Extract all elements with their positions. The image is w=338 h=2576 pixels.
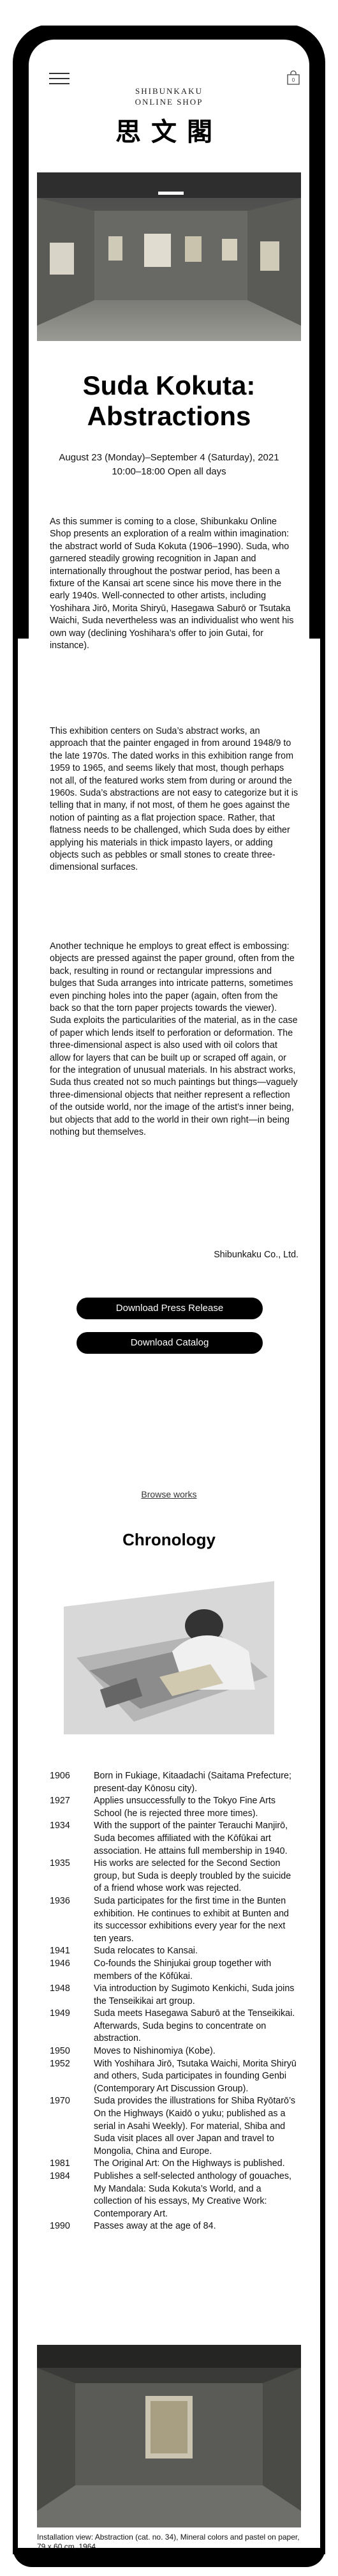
site-header: SHIBUNKAKU ONLINE SHOP 思文閣 0 [29, 45, 309, 147]
title-line-2: Abstractions [87, 401, 251, 431]
chronology-year: 1906 [50, 1771, 70, 1781]
chronology-event: Suda relocates to Kansai. [94, 1946, 198, 1957]
chronology-row: 1990 Passes away at the age of 84. [50, 2220, 298, 2233]
intro-paragraph-2: This exhibition centers on Suda’s abstra… [50, 726, 298, 873]
chronology-row: 1934 With the support of the painter Tera… [50, 1820, 298, 1858]
installation-caption: Installation view: Abstraction (cat. no.… [37, 2533, 300, 2551]
chronology-year: 1952 [50, 2058, 70, 2069]
chronology-event: Born in Fukiage, Kitaadachi (Saitama Pre… [94, 1771, 291, 1794]
chronology-row: 1950 Moves to Nishinomiya (Kobe). [50, 2045, 298, 2058]
chronology-year: 1984 [50, 2171, 70, 2181]
chronology-year: 1941 [50, 1946, 70, 1957]
hero-gallery-image [37, 172, 301, 341]
chronology-row: 1948 Via introduction by Sugimoto Kenkich… [50, 1983, 298, 2008]
chronology-year: 1946 [50, 1958, 70, 1969]
chronology-event: Via introduction by Sugimoto Kenkichi, S… [94, 1983, 295, 2006]
chronology-year: 1934 [50, 1821, 70, 1831]
chronology-event: His works are selected for the Second Se… [94, 1858, 291, 1894]
artist-photo [64, 1581, 274, 1734]
brand-line-2: ONLINE SHOP [135, 97, 203, 107]
chronology-year: 1927 [50, 1796, 70, 1807]
chronology-row: 1946 Co-founds the Shinjukai group togeth… [50, 1958, 298, 1983]
chronology-row: 1935 His works are selected for the Secon… [50, 1858, 298, 1895]
chronology-row: 1936 Suda participates for the first time… [50, 1895, 298, 1945]
intro-paragraph-1: As this summer is coming to a close, Shi… [50, 517, 294, 651]
chronology-event: The Original Art: On the Highways is pub… [94, 2158, 285, 2169]
brand-line-1: SHIBUNKAKU [135, 86, 203, 96]
chronology-row: 1984 Publishes a self-selected anthology … [50, 2171, 298, 2220]
chronology-event: Suda provides the illustrations for Shib… [94, 2096, 296, 2156]
chronology-year: 1981 [50, 2158, 70, 2169]
chronology-row: 1906 Born in Fukiage, Kitaadachi (Saitama… [50, 1770, 298, 1795]
chronology-event: Moves to Nishinomiya (Kobe). [94, 2046, 216, 2057]
chronology-event: Passes away at the age of 84. [94, 2221, 216, 2232]
chronology-event: Applies unsuccessfully to the Tokyo Fine… [94, 1796, 276, 1819]
hamburger-icon[interactable] [49, 73, 70, 84]
opening-hours: 10:00–18:00 Open all days [112, 466, 226, 477]
chronology-row: 1927 Applies unsuccessfully to the Tokyo … [50, 1795, 298, 1820]
download-press-release-button[interactable]: Download Press Release [77, 1298, 263, 1319]
title-line-1: Suda Kokuta: [82, 370, 256, 400]
chronology-row: 1941 Suda relocates to Kansai. [50, 1945, 298, 1958]
chronology-row: 1981 The Original Art: On the Highways is… [50, 2158, 298, 2171]
shopping-bag-icon[interactable]: 0 [286, 70, 300, 86]
chronology-event: With Yoshihara Jirō, Tsutaka Waichi, Mor… [94, 2058, 297, 2094]
chronology-row: 1952 With Yoshihara Jirō, Tsutaka Waichi,… [50, 2058, 298, 2096]
chronology-event: Publishes a self-selected anthology of g… [94, 2171, 291, 2219]
chronology-year: 1936 [50, 1895, 70, 1906]
frame-top-mask [13, 0, 325, 26]
frame-left-border [13, 639, 18, 2554]
brand-text[interactable]: SHIBUNKAKU ONLINE SHOP [29, 86, 309, 107]
browse-works-link[interactable]: Browse works [29, 1489, 309, 1499]
intro-paragraph-3: Another technique he employs to great ef… [50, 941, 298, 1138]
chronology-row: 1970 Suda provides the illustrations for … [50, 2095, 298, 2158]
chronology-year: 1948 [50, 1983, 70, 1994]
chronology-title: Chronology [122, 1530, 216, 1549]
bag-count: 0 [292, 77, 295, 83]
brand-logo[interactable]: 思文閣 [29, 111, 309, 148]
exhibition-title: Suda Kokuta: Abstractions [29, 370, 309, 432]
chronology-row: 1949 Suda meets Hasegawa Saburō at the Te… [50, 2008, 298, 2045]
chronology-year: 1950 [50, 2046, 70, 2057]
chronology-year: 1949 [50, 2008, 70, 2019]
chronology-event: Co-founds the Shinjukai group together w… [94, 1958, 272, 1981]
chronology-event: Suda participates for the first time in … [94, 1895, 290, 1944]
date-range: August 23 (Monday)–September 4 (Saturday… [59, 452, 279, 463]
installation-view-image [37, 2345, 301, 2527]
signature: Shibunkaku Co., Ltd. [214, 1250, 298, 1260]
frame-right-border [320, 639, 325, 2554]
chronology-year: 1990 [50, 2221, 70, 2232]
exhibition-dates: August 23 (Monday)–September 4 (Saturday… [38, 451, 300, 479]
chronology-event: Suda meets Hasegawa Saburō at the Tensei… [94, 2008, 295, 2044]
chronology-year: 1970 [50, 2096, 70, 2107]
chronology-year: 1935 [50, 1858, 70, 1869]
chronology-event: With the support of the painter Terauchi… [94, 1821, 288, 1856]
download-catalog-button[interactable]: Download Catalog [77, 1332, 263, 1354]
chronology-list: 1906 Born in Fukiage, Kitaadachi (Saitama… [50, 1770, 298, 2233]
